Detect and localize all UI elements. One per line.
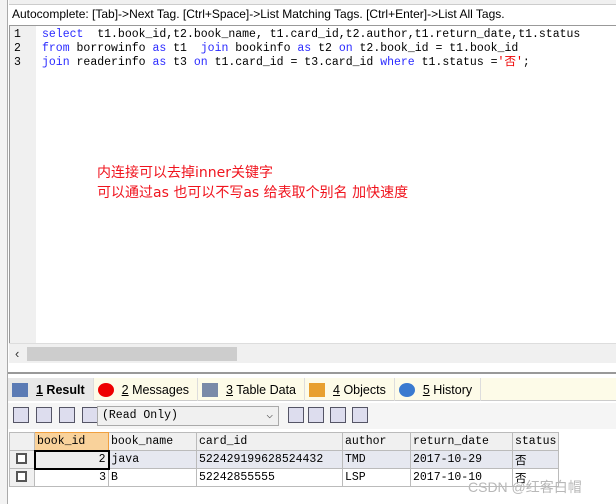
error-icon [97, 382, 114, 397]
column-header[interactable]: book_id [34, 432, 109, 451]
sql-keyword: join [200, 42, 229, 55]
tab-number: 2 [121, 382, 129, 397]
column-header[interactable]: card_id [196, 432, 343, 451]
sql-keyword: join [42, 56, 70, 69]
sql-text: readerinfo [69, 56, 153, 69]
column-header[interactable]: status [511, 432, 560, 451]
cell-card_id[interactable]: 52242855555 [196, 468, 343, 487]
code-line: join readerinfo as t3 on t1.card_id = t3… [42, 56, 530, 70]
horizontal-scrollbar[interactable]: ‹ [9, 343, 616, 363]
tab-number: 1 [36, 382, 43, 397]
tab-table-data[interactable]: 3 Table Data [198, 378, 306, 401]
result-grid-icon [12, 382, 28, 397]
column-header[interactable]: book_name [108, 432, 197, 451]
grid-mode-icon[interactable] [82, 407, 98, 423]
sql-text: bookinfo [228, 42, 298, 55]
table-data-icon [202, 382, 219, 397]
sql-keyword: on [338, 42, 353, 55]
sql-keyword: select [42, 28, 84, 41]
cell-book_id[interactable]: 3 [34, 468, 109, 487]
tab-label: Result [42, 382, 85, 397]
splitter[interactable] [8, 372, 616, 374]
scroll-left-icon[interactable]: ‹ [15, 346, 19, 361]
result-tabs: 1 Result 2 Messages 3 Table Data 4 Objects 5… [8, 378, 616, 401]
table-row[interactable]: 2 java 522429199628524432 TMD 2017-10-29 否 [9, 449, 560, 470]
line-number: 3 [14, 56, 21, 69]
sql-keyword: as [152, 42, 167, 55]
watermark: CSDN @红客白帽 [468, 479, 582, 495]
sql-keyword: from [42, 42, 70, 55]
sql-keyword: where [380, 56, 415, 69]
result-toolbar: (Read Only) ⌵ [8, 403, 616, 429]
result-mode-value: (Read Only) [102, 409, 178, 422]
left-panel-edge [0, 0, 8, 504]
export-icon[interactable] [13, 407, 29, 423]
tab-label: Table Data [233, 382, 297, 397]
tab-number: 5 [422, 382, 430, 397]
cell-author[interactable]: LSP [342, 468, 411, 487]
cell-book_name[interactable]: java [108, 450, 197, 469]
result-mode-select[interactable]: (Read Only) ⌵ [97, 406, 279, 426]
scrollbar-thumb[interactable] [27, 347, 237, 361]
cell-card_id[interactable]: 522429199628524432 [196, 450, 343, 469]
chevron-down-icon: ⌵ [266, 410, 273, 422]
annotation-note-1: 内连接可以去掉inner关键字 [97, 165, 274, 181]
checkbox-icon[interactable] [16, 453, 27, 465]
sql-text: t1.book_id,t2.book_name, t1.card_id,t2.a… [83, 28, 581, 41]
column-header[interactable]: author [342, 432, 411, 451]
sql-string: '否' [497, 56, 523, 69]
code-line: from borrowinfo as t1 join bookinfo as t… [42, 42, 518, 56]
copy-icon[interactable] [36, 407, 52, 423]
row-checkbox[interactable] [9, 450, 35, 469]
tab-result[interactable]: 1 Result [8, 378, 94, 401]
sql-text: t1.status = [414, 56, 498, 69]
sql-text: borrowinfo [69, 42, 153, 55]
tab-history[interactable]: 5 History [395, 378, 482, 401]
sql-keyword: as [152, 56, 167, 69]
cancel-edit-icon[interactable] [352, 407, 368, 423]
sql-keyword: on [193, 56, 208, 69]
sql-text: t3 [166, 56, 194, 69]
sql-text: t2.book_id = t1.book_id [352, 42, 519, 55]
tab-label: Messages [128, 382, 190, 397]
tab-label: Objects [339, 382, 386, 397]
tab-objects[interactable]: 4 Objects [305, 378, 395, 401]
autocomplete-hint: Autocomplete: [Tab]->Next Tag. [Ctrl+Spa… [12, 7, 505, 21]
objects-icon [309, 382, 326, 397]
row-checkbox[interactable] [9, 468, 35, 487]
tab-number: 4 [333, 382, 340, 397]
sql-text: t2 [311, 42, 339, 55]
line-number-gutter [10, 26, 36, 343]
column-header[interactable]: return_date [410, 432, 513, 451]
history-icon [398, 382, 415, 397]
add-row-icon[interactable] [288, 407, 304, 423]
sql-text: t1.card_id = t3.card_id [207, 56, 381, 69]
import-icon[interactable] [59, 407, 75, 423]
sql-keyword: as [297, 42, 312, 55]
checkbox-icon[interactable] [16, 471, 27, 483]
line-number: 2 [14, 42, 21, 55]
cell-return_date[interactable]: 2017-10-29 [410, 450, 513, 469]
cell-book_id[interactable]: 2 [33, 449, 110, 470]
cell-status[interactable]: 否 [511, 450, 560, 469]
cell-book_name[interactable]: B [108, 468, 197, 487]
tab-number: 3 [226, 382, 233, 397]
code-line: select t1.book_id,t2.book_name, t1.card_… [42, 28, 580, 42]
top-bar [9, 0, 616, 5]
delete-row-icon[interactable] [330, 407, 346, 423]
tab-messages[interactable]: 2 Messages [94, 378, 199, 401]
save-icon[interactable] [308, 407, 324, 423]
sql-text: ; [522, 56, 530, 69]
tab-label: History [429, 382, 473, 397]
sql-editor[interactable]: 1 select t1.book_id,t2.book_name, t1.card… [9, 25, 616, 343]
cell-author[interactable]: TMD [342, 450, 411, 469]
annotation-note-2: 可以通过as 也可以不写as 给表取个别名 加快速度 [97, 185, 409, 201]
row-selector-header [9, 432, 35, 451]
line-number: 1 [14, 28, 21, 41]
sql-text: t1 [166, 42, 201, 55]
